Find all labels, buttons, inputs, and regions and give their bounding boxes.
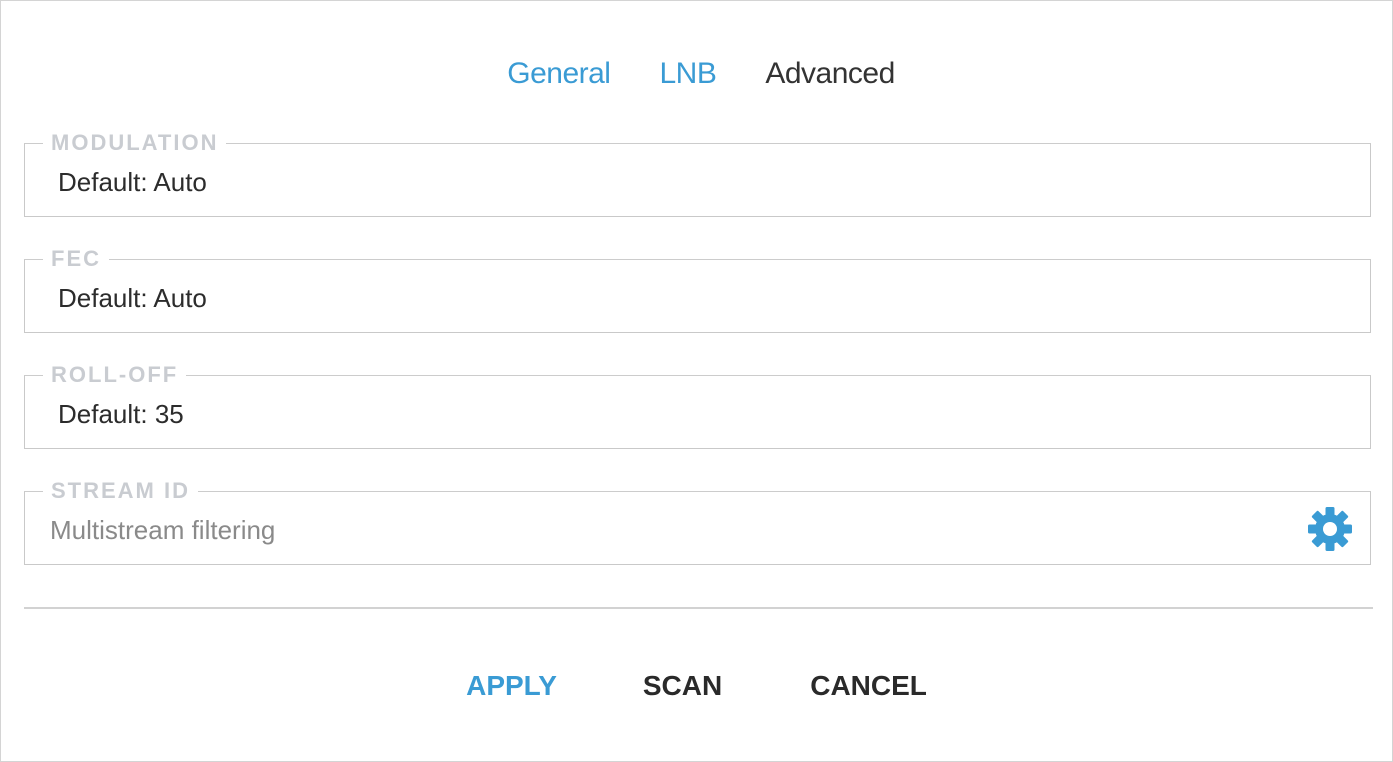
rolloff-value[interactable]: Default: 35 [58, 398, 184, 430]
stream-id-input[interactable]: Multistream filtering [50, 514, 275, 546]
footer-divider [24, 607, 1373, 609]
stream-id-field[interactable]: STREAM ID Multistream filtering [24, 478, 1371, 565]
cancel-button[interactable]: CANCEL [810, 669, 927, 703]
modulation-field[interactable]: MODULATION Default: Auto [24, 130, 1371, 217]
tab-lnb[interactable]: LNB [650, 57, 716, 91]
modulation-value[interactable]: Default: Auto [58, 166, 207, 198]
fec-value[interactable]: Default: Auto [58, 282, 207, 314]
rolloff-legend: ROLL-OFF [43, 362, 187, 388]
stream-id-legend: STREAM ID [43, 478, 198, 504]
tab-general[interactable]: General [498, 57, 611, 91]
gear-icon[interactable] [1306, 505, 1354, 553]
action-bar: APPLY SCAN CANCEL [1, 669, 1392, 703]
tab-bar: General LNB Advanced [1, 57, 1392, 91]
rolloff-field[interactable]: ROLL-OFF Default: 35 [24, 362, 1371, 449]
scan-button[interactable]: SCAN [643, 669, 722, 703]
modulation-legend: MODULATION [43, 130, 227, 156]
apply-button[interactable]: APPLY [466, 669, 557, 703]
tab-advanced[interactable]: Advanced [756, 57, 895, 91]
fec-field[interactable]: FEC Default: Auto [24, 246, 1371, 333]
tuner-settings-dialog: General LNB Advanced MODULATION Default:… [0, 0, 1393, 762]
fec-legend: FEC [43, 246, 109, 272]
